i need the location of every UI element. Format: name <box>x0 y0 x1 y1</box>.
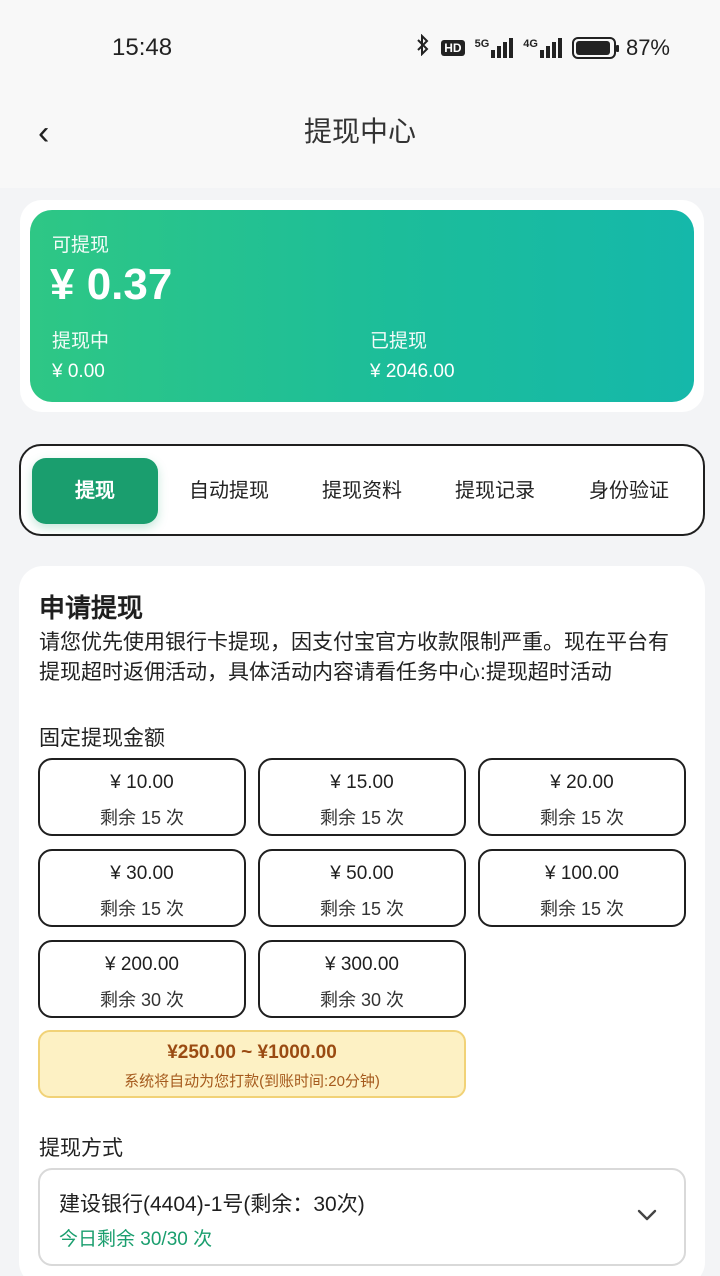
amount-value: ¥ 20.00 <box>550 772 614 793</box>
amount-value: ¥ 50.00 <box>330 863 394 884</box>
available-label: 可提现 <box>52 235 110 256</box>
battery-icon <box>571 36 619 59</box>
amount-option-50[interactable]: ¥ 50.00 剩余 15 次 <box>258 849 466 927</box>
amount-remaining: 剩余 30 次 <box>319 990 405 1010</box>
withdrawn-amount: ¥ 2046.00 <box>370 361 455 382</box>
chevron-down-icon <box>637 1209 657 1221</box>
4g-signal-icon: 4G <box>523 37 562 58</box>
amount-remaining: 剩余 15 次 <box>539 899 625 919</box>
tab-withdraw-info[interactable]: 提现资料 <box>298 458 426 524</box>
amount-option-15[interactable]: ¥ 15.00 剩余 15 次 <box>258 758 466 836</box>
apply-title: 申请提现 <box>39 593 144 623</box>
tab-withdraw[interactable]: 提现 <box>32 458 158 524</box>
amount-remaining: 剩余 15 次 <box>319 808 405 828</box>
today-remaining: 今日剩余 30/30 次 <box>59 1229 213 1250</box>
pending-label: 提现中 <box>52 331 110 352</box>
range-text: ¥250.00 ~ ¥1000.00 <box>167 1042 337 1063</box>
withdraw-method-select[interactable]: 建设银行(4404)-1号(剩余：30次) 今日剩余 30/30 次 <box>38 1168 686 1266</box>
battery-percent: 87% <box>625 34 670 60</box>
amount-value: ¥ 100.00 <box>545 863 619 884</box>
status-time: 15:48 <box>112 34 173 61</box>
5g-label: 5G <box>474 37 490 50</box>
5g-signal-icon: 5G <box>474 37 514 58</box>
amount-value: ¥ 300.00 <box>325 954 399 975</box>
tab-withdraw-records[interactable]: 提现记录 <box>431 458 559 524</box>
hd-icon: HD <box>441 39 465 56</box>
amount-remaining: 剩余 15 次 <box>99 808 185 828</box>
amount-remaining: 剩余 15 次 <box>539 808 625 828</box>
status-icons: HD 5G 4G 87% <box>415 33 670 61</box>
tab-identity-verify[interactable]: 身份验证 <box>565 458 693 524</box>
bluetooth-icon <box>415 33 431 61</box>
fixed-amount-label: 固定提现金额 <box>39 727 165 750</box>
apply-panel: 申请提现 请您优先使用银行卡提现，因支付宝官方收款限制严重。现在平台有提现超时返… <box>19 566 705 1276</box>
amount-remaining: 剩余 30 次 <box>99 990 185 1010</box>
amount-remaining: 剩余 15 次 <box>319 899 405 919</box>
amount-value: ¥ 10.00 <box>110 772 174 793</box>
4g-label: 4G <box>523 37 538 50</box>
range-note: 系统将自动为您打款(到账时间:20分钟) <box>124 1073 380 1090</box>
page-title: 提现中心 <box>303 116 416 147</box>
available-amount: ¥ 0.37 <box>50 260 173 309</box>
amount-option-30[interactable]: ¥ 30.00 剩余 15 次 <box>38 849 246 927</box>
apply-description: 请您优先使用银行卡提现，因支付宝官方收款限制严重。现在平台有提现超时返佣活动，具… <box>39 631 669 684</box>
tab-auto-withdraw[interactable]: 自动提现 <box>165 458 293 524</box>
amount-option-200[interactable]: ¥ 200.00 剩余 30 次 <box>38 940 246 1018</box>
selected-method: 建设银行(4404)-1号(剩余：30次) <box>59 1193 365 1216</box>
custom-range-option[interactable]: ¥250.00 ~ ¥1000.00 系统将自动为您打款(到账时间:20分钟) <box>38 1030 466 1098</box>
amount-option-100[interactable]: ¥ 100.00 剩余 15 次 <box>478 849 686 927</box>
withdrawn-label: 已提现 <box>370 331 428 352</box>
amount-option-300[interactable]: ¥ 300.00 剩余 30 次 <box>258 940 466 1018</box>
amount-value: ¥ 30.00 <box>110 863 174 884</box>
balance-card: 可提现 ¥ 0.37 提现中 ¥ 0.00 已提现 ¥ 2046.00 <box>30 210 694 402</box>
withdraw-method-label: 提现方式 <box>39 1137 123 1160</box>
status-bar: 15:48 HD 5G 4G 87% <box>0 0 720 96</box>
tab-bar: 提现 自动提现 提现资料 提现记录 身份验证 <box>19 444 705 536</box>
amount-option-10[interactable]: ¥ 10.00 剩余 15 次 <box>38 758 246 836</box>
amount-option-20[interactable]: ¥ 20.00 剩余 15 次 <box>478 758 686 836</box>
balance-card-wrapper: 可提现 ¥ 0.37 提现中 ¥ 0.00 已提现 ¥ 2046.00 <box>20 200 704 412</box>
amount-value: ¥ 15.00 <box>330 772 394 793</box>
amount-remaining: 剩余 15 次 <box>99 899 185 919</box>
header: ‹ 提现中心 <box>0 96 720 188</box>
amount-value: ¥ 200.00 <box>105 954 179 975</box>
pending-amount: ¥ 0.00 <box>52 361 105 382</box>
